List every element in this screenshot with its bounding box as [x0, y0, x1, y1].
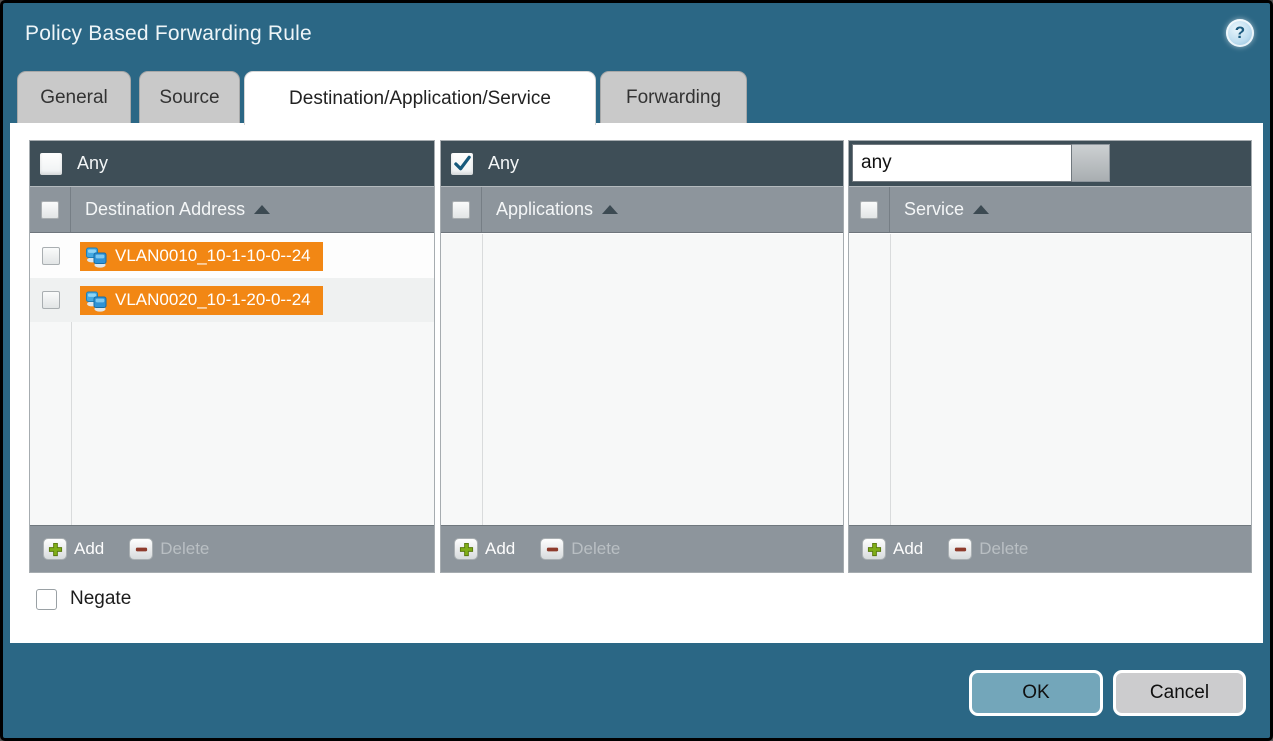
- add-button-label: Add: [74, 539, 104, 559]
- applications-select-all-checkbox[interactable]: [452, 201, 470, 219]
- address-chip-label: VLAN0020_10-1-20-0--24: [115, 290, 311, 310]
- tab-forwarding-label: Forwarding: [626, 87, 721, 109]
- address-object-icon: [84, 288, 108, 312]
- applications-column-header: Applications: [441, 186, 843, 233]
- add-button-label: Add: [485, 539, 515, 559]
- plus-icon: [459, 542, 474, 557]
- service-select-all-checkbox[interactable]: [860, 201, 878, 219]
- destination-select-all-checkbox[interactable]: [41, 201, 59, 219]
- service-panel: Service Add Delete: [848, 140, 1252, 573]
- sort-ascending-icon: [602, 205, 618, 214]
- tab-source[interactable]: Source: [139, 71, 240, 123]
- ok-button[interactable]: OK: [969, 670, 1103, 716]
- destination-any-checkbox[interactable]: [40, 153, 62, 175]
- service-delete-button[interactable]: Delete: [948, 538, 1028, 560]
- destination-delete-button[interactable]: Delete: [129, 538, 209, 560]
- destination-list: VLAN0010_10-1-10-0--24 VLAN0020_10-1-20-…: [30, 234, 434, 525]
- address-chip[interactable]: VLAN0020_10-1-20-0--24: [80, 286, 323, 315]
- applications-list: [441, 234, 843, 525]
- destination-toolbar: Add Delete: [30, 525, 434, 572]
- help-icon[interactable]: ?: [1226, 19, 1254, 47]
- applications-delete-button[interactable]: Delete: [540, 538, 620, 560]
- minus-icon: [545, 542, 560, 557]
- negate-checkbox[interactable]: [36, 589, 57, 610]
- address-chip[interactable]: VLAN0010_10-1-10-0--24: [80, 242, 323, 271]
- destination-any-bar: Any: [30, 141, 434, 186]
- applications-toolbar: Add Delete: [441, 525, 843, 572]
- applications-any-checkbox[interactable]: [451, 153, 473, 175]
- tab-forwarding[interactable]: Forwarding: [600, 71, 747, 123]
- applications-panel: Any Applications Add Delete: [440, 140, 844, 573]
- tab-general-label: General: [40, 87, 108, 109]
- tab-general[interactable]: General: [17, 71, 131, 123]
- address-chip-label: VLAN0010_10-1-10-0--24: [115, 246, 311, 266]
- cancel-button[interactable]: Cancel: [1113, 670, 1246, 716]
- service-list: [849, 234, 1251, 525]
- dialog-title: Policy Based Forwarding Rule: [25, 22, 312, 46]
- service-dropdown-button[interactable]: [1072, 144, 1110, 182]
- tab-destination-application-service[interactable]: Destination/Application/Service: [244, 71, 596, 125]
- destination-address-panel: Any Destination Address VLAN0010_10-1-10…: [29, 140, 435, 573]
- destination-sort-header[interactable]: Destination Address: [85, 199, 270, 220]
- service-dropdown-bar: [849, 141, 1251, 186]
- plus-icon: [867, 542, 882, 557]
- destination-any-label: Any: [77, 153, 108, 174]
- add-button-label: Add: [893, 539, 923, 559]
- plus-icon: [48, 542, 63, 557]
- destination-column-header: Destination Address: [30, 186, 434, 233]
- negate-label: Negate: [70, 588, 131, 610]
- service-dropdown-input[interactable]: [852, 144, 1072, 182]
- service-sort-header[interactable]: Service: [904, 199, 989, 220]
- list-column-divider: [890, 234, 891, 525]
- applications-any-label: Any: [488, 153, 519, 174]
- destination-add-button[interactable]: Add: [43, 538, 104, 560]
- service-column-header: Service: [849, 186, 1251, 233]
- list-column-divider: [482, 234, 483, 525]
- service-toolbar: Add Delete: [849, 525, 1251, 572]
- service-add-button[interactable]: Add: [862, 538, 923, 560]
- dialog-title-bar: Policy Based Forwarding Rule ?: [3, 3, 1270, 69]
- delete-button-label: Delete: [160, 539, 209, 559]
- negate-option: Negate: [36, 588, 131, 610]
- destination-row-checkbox[interactable]: [42, 291, 60, 309]
- delete-button-label: Delete: [571, 539, 620, 559]
- checkmark-icon: [453, 154, 472, 173]
- destination-row-vlan0020[interactable]: VLAN0020_10-1-20-0--24: [30, 278, 434, 322]
- policy-forwarding-dialog: Policy Based Forwarding Rule ? General S…: [0, 0, 1273, 741]
- service-dropdown[interactable]: [852, 144, 1110, 182]
- destination-row-checkbox[interactable]: [42, 247, 60, 265]
- minus-icon: [134, 542, 149, 557]
- destination-row-vlan0010[interactable]: VLAN0010_10-1-10-0--24: [30, 234, 434, 278]
- tab-source-label: Source: [159, 87, 219, 109]
- delete-button-label: Delete: [979, 539, 1028, 559]
- tab-destination-application-service-label: Destination/Application/Service: [289, 88, 551, 110]
- tab-content-panel: Any Destination Address VLAN0010_10-1-10…: [10, 123, 1263, 643]
- minus-icon: [953, 542, 968, 557]
- applications-any-bar: Any: [441, 141, 843, 186]
- address-object-icon: [84, 244, 108, 268]
- sort-ascending-icon: [254, 205, 270, 214]
- applications-sort-header[interactable]: Applications: [496, 199, 618, 220]
- applications-add-button[interactable]: Add: [454, 538, 515, 560]
- sort-ascending-icon: [973, 205, 989, 214]
